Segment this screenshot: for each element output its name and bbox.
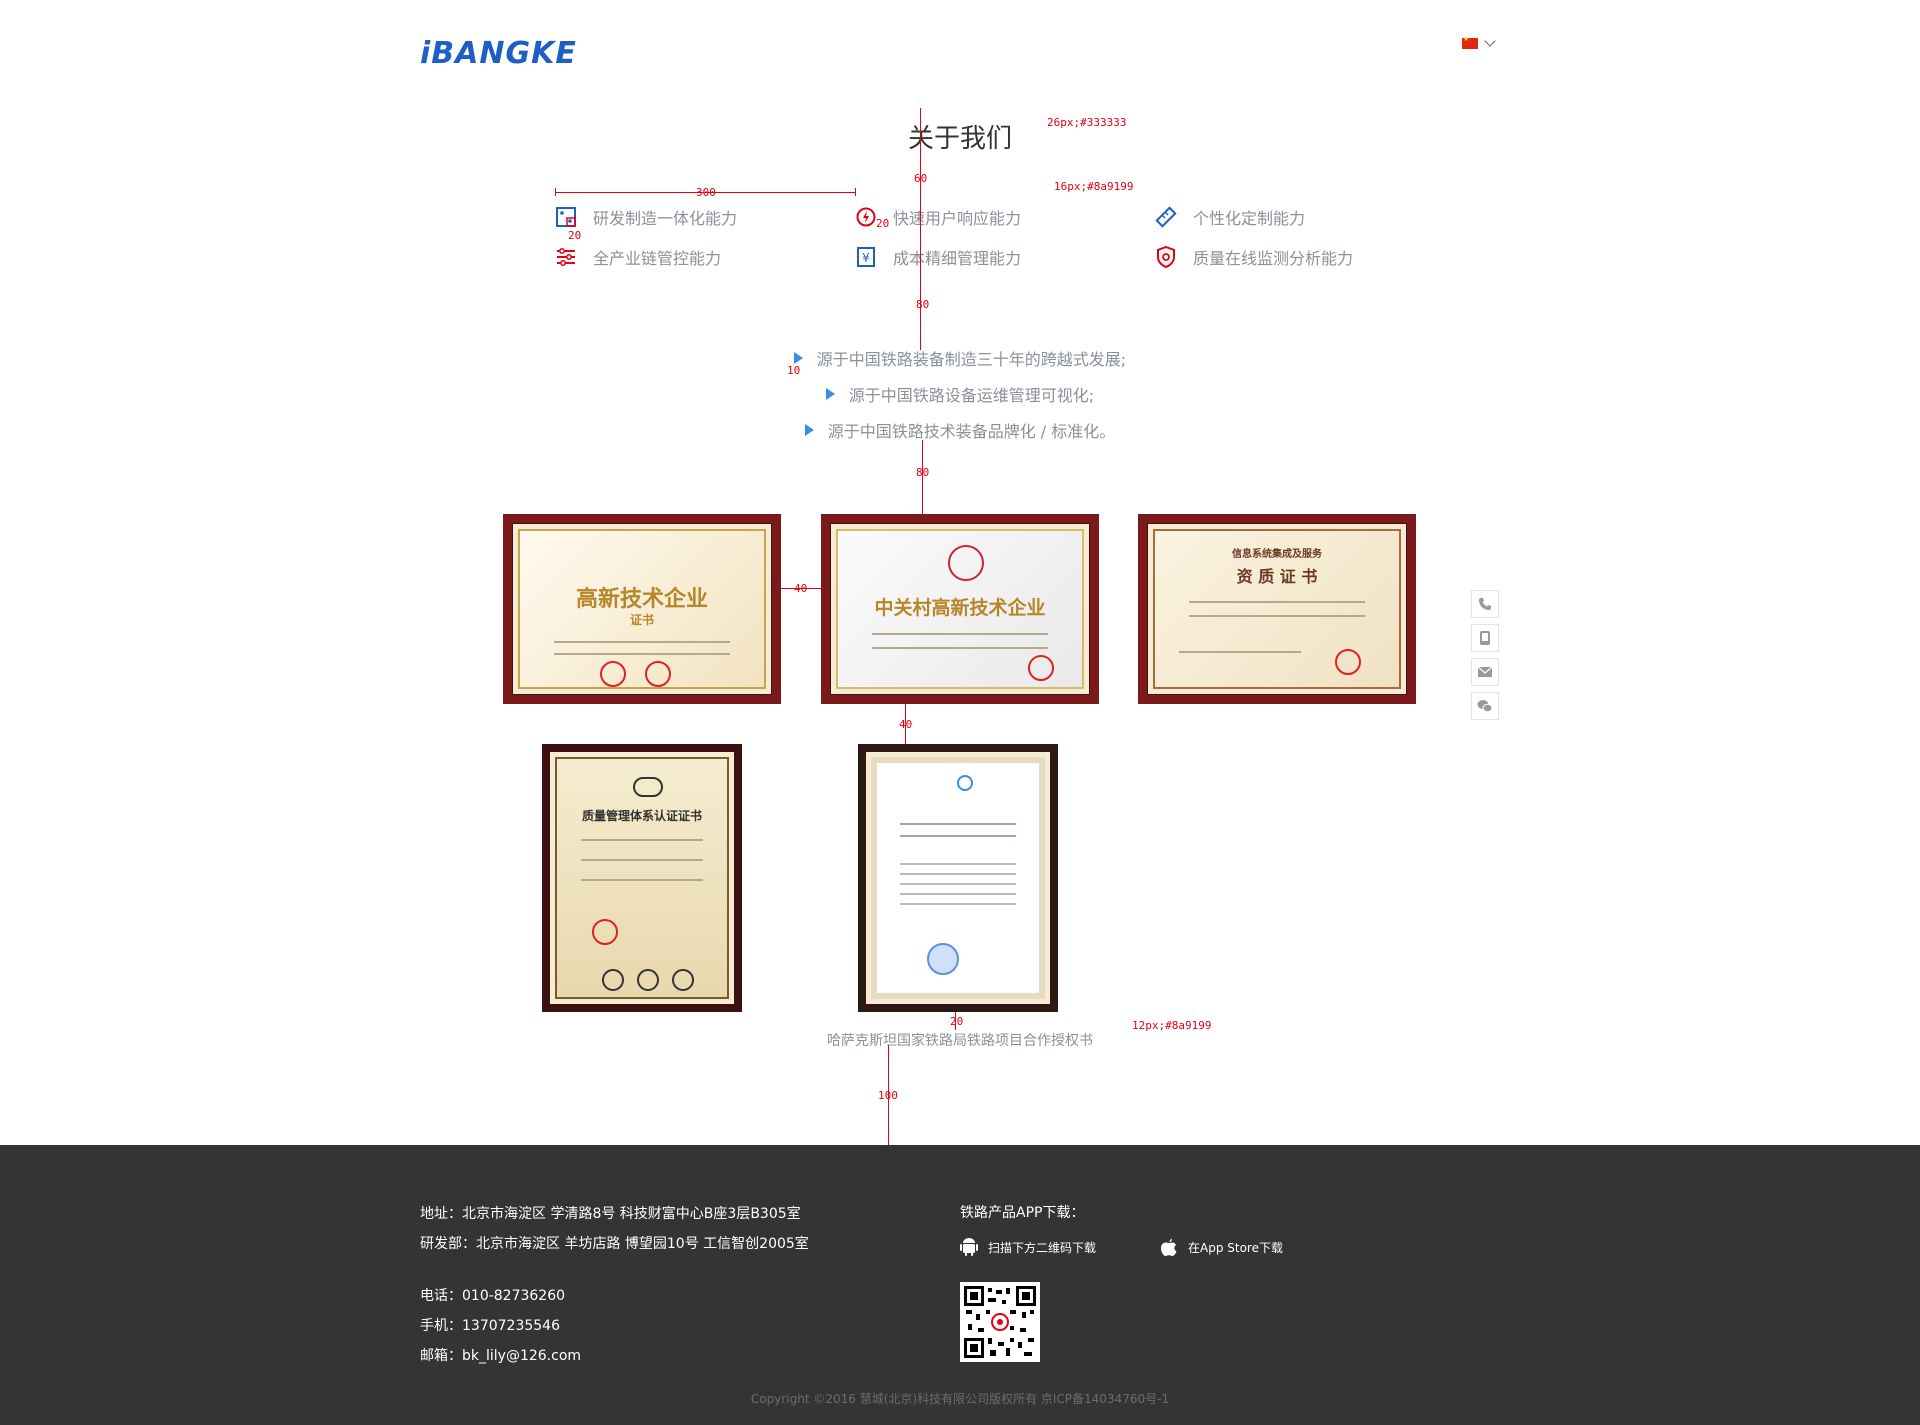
seal-icon [1335,649,1361,675]
annotation: 20 [876,217,890,230]
mobile-button[interactable] [1471,624,1499,652]
chevron-down-icon [1484,35,1496,47]
zrx-logo-icon [633,777,663,797]
list-item: 源于中国铁路技术装备品牌化 / 标准化。 [0,412,1920,448]
footer-email[interactable]: 邮箱：bk_lily@126.com [420,1345,581,1365]
capability-label: 全产业链管控能力 [593,249,722,268]
logo-icon [957,775,973,791]
capability-label: 质量在线监测分析能力 [1193,249,1354,268]
svg-text:¥: ¥ [862,251,870,265]
annotation: 80 [916,298,930,311]
annotation: 80 [916,466,930,479]
yuan-icon: ¥ [855,246,877,268]
mobile-icon [1480,631,1490,645]
wechat-button[interactable] [1471,692,1499,720]
capability-item: 全产业链管控能力 [555,245,721,269]
annotation: 100 [878,1089,898,1102]
certificate-image[interactable]: 信息系统集成及服务 资 质 证 书 [1138,514,1416,704]
triangle-bullet-icon [793,352,803,364]
app-download-title: 铁路产品APP下载： [960,1205,1085,1221]
android-download-link[interactable]: 扫描下方二维码下载 [960,1237,1096,1257]
certificate-caption: 哈萨克斯坦国家铁路局铁路项目合作授权书 [827,1033,1093,1049]
list-item: 源于中国铁路设备运维管理可视化; [0,376,1920,412]
footer-address: 地址：北京市海淀区 学清路8号 科技财富中心B座3层B305室 [420,1206,801,1222]
badge-icon [672,969,694,991]
copyright: Copyright ©2016 慧城(北京)科技有限公司版权所有 京ICP备14… [750,1392,1170,1406]
china-flag-icon [1462,35,1478,49]
seal-icon [927,943,959,975]
qr-code [960,1282,1040,1362]
seal-icon [645,661,671,687]
sliders-icon [555,246,577,268]
triangle-bullet-icon [825,388,835,400]
annotation: 12px;#8a9199 [1132,1019,1212,1032]
language-selector[interactable] [1462,35,1496,49]
certificate-image[interactable]: 高新技术企业 证书 [503,514,781,704]
logo[interactable]: iBANGKE [420,36,577,71]
capability-label: 快速用户响应能力 [893,209,1022,228]
annotation: 20 [950,1015,964,1028]
capability-label: 成本精细管理能力 [893,249,1022,268]
seal-icon [592,919,618,945]
capability-item: ¥ 成本精细管理能力 [855,245,1021,269]
bullet-list: 源于中国铁路装备制造三十年的跨越式发展; 源于中国铁路设备运维管理可视化; 源于… [0,340,1920,448]
annotation: 26px;#333333 [1047,116,1127,129]
header: iBANGKE [0,0,1920,100]
email-button[interactable] [1471,658,1499,686]
capability-label: 个性化定制能力 [1193,209,1306,228]
certificate-image[interactable]: 中关村高新技术企业 [821,514,1099,704]
footer: 地址：北京市海淀区 学清路8号 科技财富中心B座3层B305室 研发部：北京市海… [0,1145,1920,1425]
phone-button[interactable] [1471,590,1499,618]
footer-mobile: 手机：13707235546 [420,1318,560,1334]
annotation: 16px;#8a9199 [1054,180,1134,193]
annotation: 20 [568,229,582,242]
triangle-bullet-icon [804,424,814,436]
shield-icon [1155,246,1177,268]
capability-item: 质量在线监测分析能力 [1155,245,1353,269]
capability-item: 个性化定制能力 [1155,205,1305,229]
footer-phone: 电话：010-82736260 [420,1288,566,1304]
android-icon [960,1238,978,1256]
mail-icon [1477,666,1493,677]
apple-icon [1161,1239,1177,1256]
certificate-image[interactable]: 质量管理体系认证证书 [542,744,742,1012]
annotation: 300 [696,186,716,199]
seal-icon [600,661,626,687]
page-title: 关于我们 [907,124,1012,154]
dice-icon [555,206,577,228]
lightning-icon [855,206,877,228]
wechat-icon [1477,700,1493,713]
capability-label: 研发制造一体化能力 [593,209,738,228]
annotation: 10 [787,364,801,377]
badge-icon [602,969,624,991]
footer-rnd-address: 研发部：北京市海淀区 羊坊店路 博望园10号 工信智创2005室 [420,1236,809,1252]
annotation: 40 [899,718,913,731]
badge-icon [637,969,659,991]
annotation: 60 [914,172,928,185]
ruler-icon [1155,206,1177,228]
contact-sidebar [1471,590,1499,726]
phone-icon [1479,598,1491,610]
certificate-image[interactable] [858,744,1058,1012]
logo-icon [948,545,984,581]
annotation: 40 [794,582,808,595]
ios-download-link[interactable]: 在App Store下载 [1160,1237,1283,1257]
list-item: 源于中国铁路装备制造三十年的跨越式发展; [0,340,1920,376]
capability-item: 研发制造一体化能力 [555,205,737,229]
seal-icon [1028,655,1054,681]
